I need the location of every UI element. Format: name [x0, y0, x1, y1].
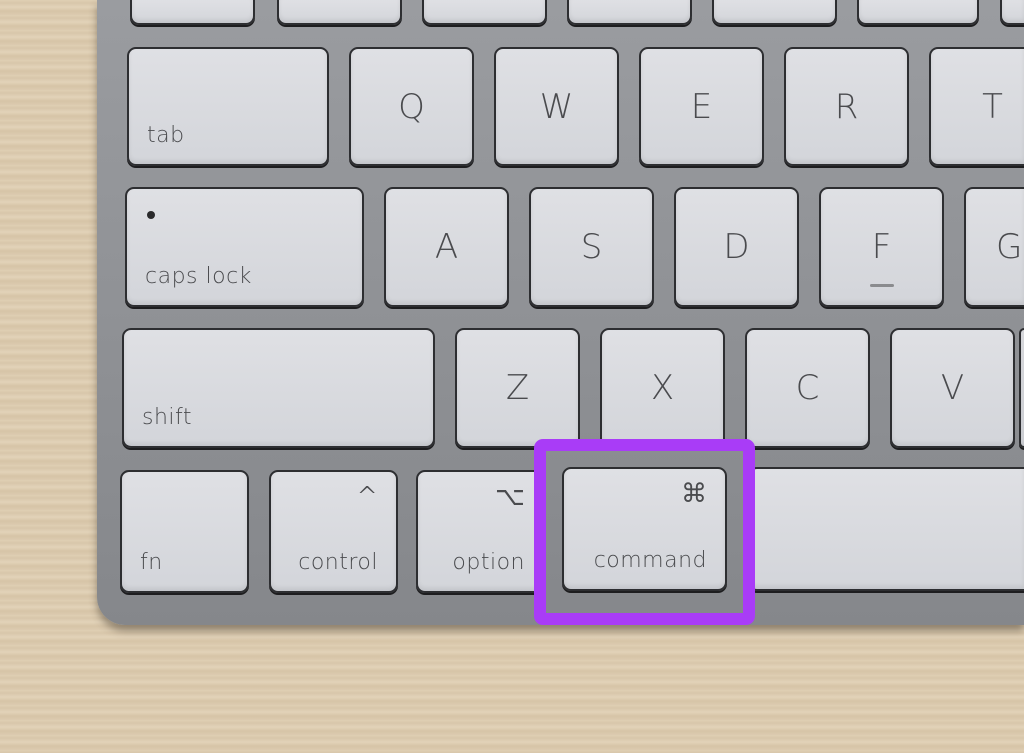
key-c[interactable]: C [745, 328, 870, 448]
key-space[interactable] [748, 467, 1024, 591]
home-row-bump-icon [869, 284, 894, 287]
key-z[interactable]: Z [455, 328, 580, 448]
key-r[interactable]: R [784, 47, 909, 166]
key-label: A [434, 227, 459, 267]
key-option[interactable]: ⌥ option [416, 470, 545, 593]
key-a[interactable]: A [384, 187, 509, 307]
key-label: option [452, 550, 525, 575]
key-label: W [539, 86, 574, 127]
key-v[interactable]: V [890, 328, 1015, 448]
key-label: caps lock [145, 264, 252, 289]
key-partial [857, 0, 979, 25]
key-partial [567, 0, 692, 25]
key-label: fn [140, 550, 163, 575]
key-e[interactable]: E [639, 47, 764, 166]
key-label: Z [505, 368, 530, 408]
control-icon: ^ [356, 482, 378, 512]
key-w[interactable]: W [494, 47, 619, 166]
key-label: shift [142, 405, 193, 430]
key-label: F [871, 227, 892, 267]
key-t[interactable]: T [929, 47, 1024, 166]
key-d[interactable]: D [674, 187, 799, 307]
key-partial [422, 0, 547, 25]
key-label: G [996, 227, 1023, 267]
key-s[interactable]: S [529, 187, 654, 307]
key-shift[interactable]: shift [122, 328, 435, 448]
key-label: E [690, 86, 713, 127]
key-partial [130, 0, 255, 25]
key-partial [1019, 328, 1024, 448]
key-label: Q [398, 86, 425, 127]
key-x[interactable]: X [600, 328, 725, 448]
option-icon: ⌥ [495, 482, 525, 512]
key-label: T [982, 86, 1003, 127]
key-label: C [795, 368, 820, 408]
key-tab[interactable]: tab [127, 47, 329, 166]
caps-lock-indicator-icon [147, 211, 155, 219]
key-f[interactable]: F [819, 187, 944, 307]
key-label: S [580, 227, 603, 267]
key-fn[interactable]: fn [120, 470, 249, 593]
key-label: X [650, 368, 675, 408]
key-partial [277, 0, 402, 25]
key-label: V [940, 368, 965, 408]
key-label: D [723, 227, 750, 267]
key-g[interactable]: G [964, 187, 1024, 307]
key-caps-lock[interactable]: caps lock [125, 187, 364, 307]
key-control[interactable]: ^ control [269, 470, 398, 593]
key-partial [1000, 0, 1024, 25]
key-q[interactable]: Q [349, 47, 474, 166]
key-partial [712, 0, 837, 25]
key-label: tab [147, 123, 185, 148]
key-label: R [834, 86, 859, 127]
command-key-highlight [534, 439, 755, 625]
key-label: control [298, 550, 378, 575]
